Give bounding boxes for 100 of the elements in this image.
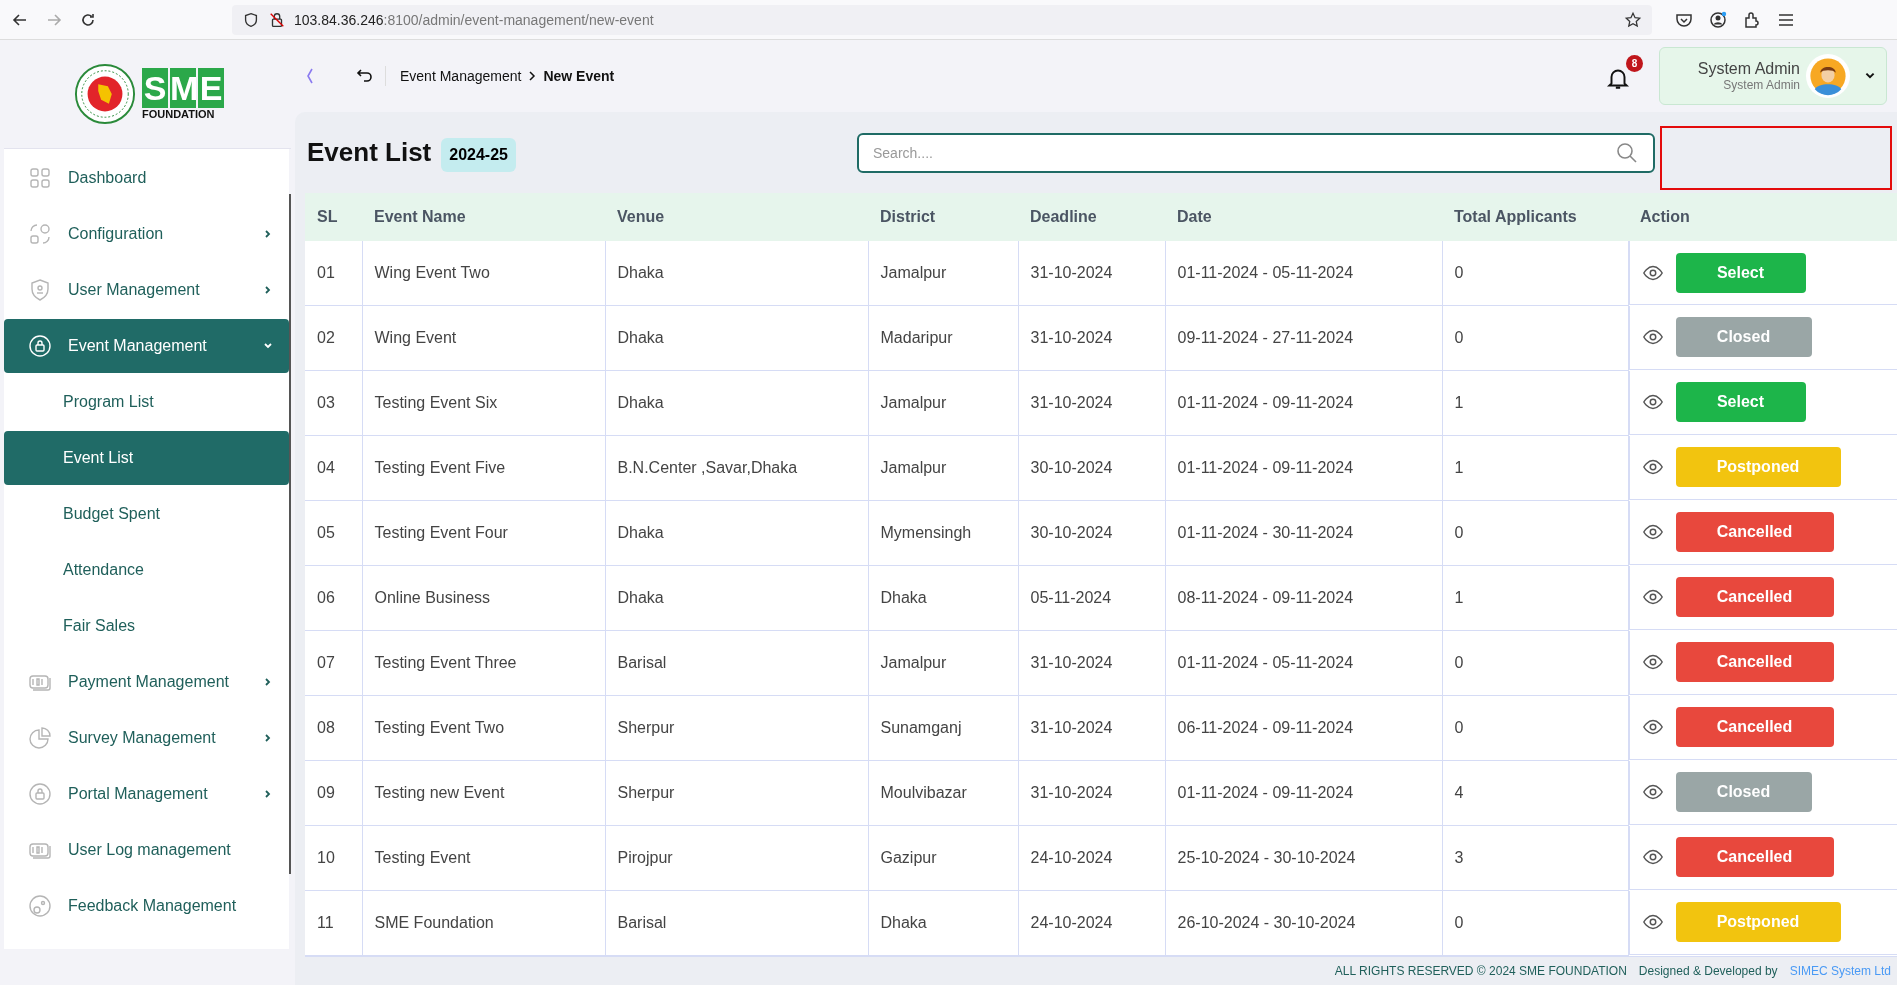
search-icon[interactable]	[1615, 140, 1639, 165]
undo-icon[interactable]	[355, 66, 386, 86]
page-title: Event List	[307, 137, 432, 168]
insecure-lock-icon	[268, 10, 286, 29]
table-cell: 01-11-2024 - 09-11-2024	[1165, 435, 1442, 501]
table-cell: 26-10-2024 - 30-10-2024	[1165, 890, 1442, 956]
table-cell: 01-11-2024 - 09-11-2024	[1165, 370, 1442, 436]
column-header: Event Name	[362, 193, 605, 241]
star-icon[interactable]	[1624, 10, 1642, 29]
table-cell: B.N.Center ,Savar,Dhaka	[605, 435, 868, 501]
column-header: Venue	[605, 193, 868, 241]
sidebar-item[interactable]: User Management	[4, 263, 289, 317]
table-cell: 24-10-2024	[1018, 825, 1165, 891]
table-cell: 11	[305, 890, 362, 956]
table-cell: Barisal	[605, 630, 868, 696]
table-cell: 03	[305, 370, 362, 436]
logo-letter: E	[198, 68, 224, 108]
year-badge: 2024-25	[441, 137, 516, 172]
status-button[interactable]: Cancelled	[1675, 642, 1834, 682]
table-cell: 09-11-2024 - 27-11-2024	[1165, 305, 1442, 371]
table-cell: 31-10-2024	[1018, 695, 1165, 761]
table-cell: 24-10-2024	[1018, 890, 1165, 956]
table-cell: Jamalpur	[868, 630, 1018, 696]
table-cell: Jamalpur	[868, 435, 1018, 501]
feedback-icon	[28, 894, 52, 918]
table-cell: Testing Event Two	[362, 695, 605, 761]
sidebar-item[interactable]: Event Management	[4, 319, 289, 373]
sidebar-item[interactable]: Dashboard	[4, 151, 289, 205]
table-cell: 07	[305, 630, 362, 696]
table-cell: 01-11-2024 - 05-11-2024	[1165, 630, 1442, 696]
table-cell: Online Business	[362, 565, 605, 631]
logo-letter: M	[170, 68, 196, 108]
table-cell: Testing Event Three	[362, 630, 605, 696]
table-cell: Sherpur	[605, 695, 868, 761]
table-cell: Mymensingh	[868, 500, 1018, 566]
url-text: 103.84.36.246:8100/admin/event-management/new-event	[294, 11, 654, 28]
avatar-icon	[1806, 54, 1850, 98]
collapse-icon[interactable]	[305, 66, 315, 86]
table-cell: Wing Event Two	[362, 241, 605, 306]
sidebar-item[interactable]: Portal Management	[4, 767, 289, 821]
table-cell: 0	[1442, 695, 1628, 761]
user-menu[interactable]: System Admin System Admin	[1659, 47, 1887, 105]
table-cell: Gazipur	[868, 825, 1018, 891]
table-cell: 3	[1442, 825, 1628, 891]
sidebar-item[interactable]: Payment Management	[4, 655, 289, 709]
sidebar-item[interactable]: Feedback Management	[4, 879, 289, 933]
copyright-text: ALL RIGHTS RESERVED © 2024 SME FOUNDATION	[1334, 964, 1627, 978]
table-cell: Madaripur	[868, 305, 1018, 371]
config-icon	[28, 222, 52, 246]
sidebar-subitem[interactable]: Program List	[4, 375, 289, 429]
table-cell: 06-11-2024 - 09-11-2024	[1165, 695, 1442, 761]
table-cell: 06	[305, 565, 362, 631]
column-header: SL	[305, 193, 362, 241]
table-cell: Testing Event	[362, 825, 605, 891]
table-cell: Testing Event Four	[362, 500, 605, 566]
table-cell: 0	[1442, 890, 1628, 956]
notification-count: 8	[1626, 55, 1643, 72]
table-cell: 30-10-2024	[1018, 435, 1165, 501]
address-bar[interactable]: 103.84.36.246:8100/admin/event-management/new-event	[232, 4, 1652, 35]
table-cell: Dhaka	[605, 305, 868, 371]
table-cell: Moulvibazar	[868, 760, 1018, 826]
table-cell: 4	[1442, 760, 1628, 826]
table-cell: 05	[305, 500, 362, 566]
breadcrumb-item[interactable]: Event Management	[400, 68, 522, 84]
status-button[interactable]: Cancelled	[1675, 837, 1834, 877]
table-cell: 08	[305, 695, 362, 761]
table-cell: Jamalpur	[868, 241, 1018, 306]
column-header: Deadline	[1018, 193, 1165, 241]
sidebar-subitem[interactable]: Fair Sales	[4, 599, 289, 653]
table-cell: 09	[305, 760, 362, 826]
column-header: Action	[1628, 193, 1897, 241]
extensions-icon[interactable]	[1742, 9, 1762, 30]
search-field[interactable]: Search....	[857, 132, 1655, 173]
sidebar-subitem[interactable]: Attendance	[4, 543, 289, 597]
sidebar-item[interactable]: User Log management	[4, 823, 289, 877]
status-button[interactable]: Cancelled	[1675, 512, 1834, 552]
table-cell: 31-10-2024	[1018, 630, 1165, 696]
shield-icon	[242, 10, 260, 29]
logo-letter: S	[142, 68, 168, 108]
table-cell: SME Foundation	[362, 890, 605, 956]
table-cell: Sherpur	[605, 760, 868, 826]
table-cell: Pirojpur	[605, 825, 868, 891]
table-cell: 0	[1442, 241, 1628, 306]
table-cell: Testing Event Five	[362, 435, 605, 501]
sidebar-subitem[interactable]: Budget Spent	[4, 487, 289, 541]
table-cell: Dhaka	[868, 890, 1018, 956]
table-cell: 01	[305, 241, 362, 306]
table-cell: Testing Event Six	[362, 370, 605, 436]
chevron-icon	[527, 71, 538, 81]
table-cell: Jamalpur	[868, 370, 1018, 436]
sidebar-item[interactable]: Configuration	[4, 207, 289, 261]
account-icon[interactable]	[1708, 9, 1728, 30]
table-cell: Dhaka	[605, 500, 868, 566]
sidebar-item[interactable]: Survey Management	[4, 711, 289, 765]
status-button[interactable]: Cancelled	[1675, 577, 1834, 617]
sidebar-subitem[interactable]: Event List	[4, 431, 289, 485]
table-cell: Dhaka	[605, 241, 868, 306]
status-button[interactable]: Cancelled	[1675, 707, 1834, 747]
table-cell: 05-11-2024	[1018, 565, 1165, 631]
table-cell: 1	[1442, 370, 1628, 436]
